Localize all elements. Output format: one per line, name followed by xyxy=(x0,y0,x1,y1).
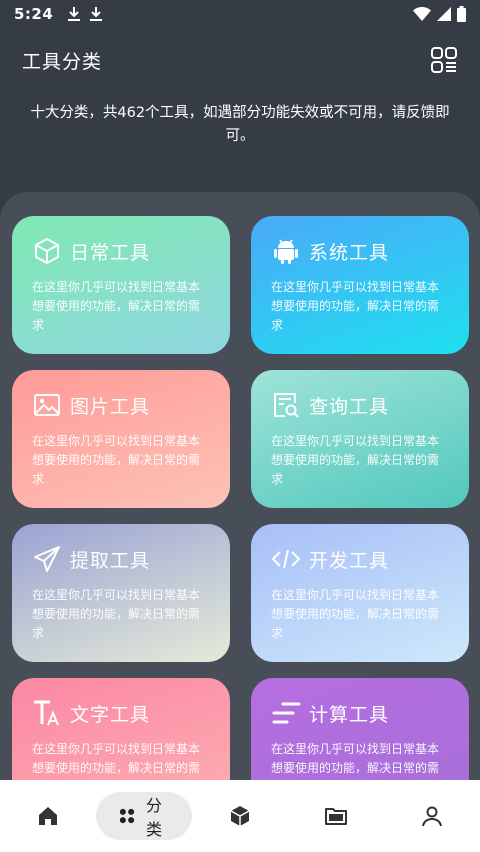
card-title: 提取工具 xyxy=(70,549,151,572)
send-icon xyxy=(34,546,60,572)
card-description: 在这里你几乎可以找到日常基本想要使用的功能，解决日常的需求 xyxy=(32,742,201,775)
category-card-text[interactable]: 文字工具 在这里你几乎可以找到日常基本想要使用的功能，解决日常的需求 xyxy=(12,678,230,780)
card-title: 图片工具 xyxy=(70,395,151,418)
card-description: 在这里你几乎可以找到日常基本想要使用的功能，解决日常的需求 xyxy=(32,588,201,640)
nav-profile[interactable] xyxy=(384,780,480,852)
card-description: 在这里你几乎可以找到日常基本想要使用的功能，解决日常的需求 xyxy=(271,434,440,486)
card-title: 系统工具 xyxy=(309,241,390,264)
image-icon xyxy=(34,394,60,416)
bottom-nav: 分类 xyxy=(0,780,480,852)
wifi-icon xyxy=(413,7,431,21)
category-card-query[interactable]: 查询工具 在这里你几乎可以找到日常基本想要使用的功能，解决日常的需求 xyxy=(251,370,469,508)
card-title: 计算工具 xyxy=(309,703,390,726)
download-icon xyxy=(68,7,81,21)
category-card-extract[interactable]: 提取工具 在这里你几乎可以找到日常基本想要使用的功能，解决日常的需求 xyxy=(12,524,230,662)
cube-icon xyxy=(35,238,59,264)
nav-box[interactable] xyxy=(192,780,288,852)
user-icon xyxy=(422,806,442,827)
lines-icon xyxy=(272,702,301,724)
category-icon xyxy=(119,808,135,824)
notice-text: 十大分类，共462个工具，如遇部分功能失效或不可用，请反馈即可。 xyxy=(30,105,450,144)
app-bar: 工具分类 xyxy=(0,36,480,84)
category-panel: 日常工具 在这里你几乎可以找到日常基本想要使用的功能，解决日常的需求 系统工具 … xyxy=(0,192,480,780)
android-icon xyxy=(274,239,298,264)
card-description: 在这里你几乎可以找到日常基本想要使用的功能，解决日常的需求 xyxy=(32,434,201,486)
status-time: 5:24 xyxy=(14,5,54,23)
card-title: 查询工具 xyxy=(309,395,390,418)
nav-category-pill[interactable]: 分类 xyxy=(96,792,192,840)
grid-menu-icon[interactable] xyxy=(430,46,458,74)
card-description: 在这里你几乎可以找到日常基本想要使用的功能，解决日常的需求 xyxy=(32,280,201,332)
card-title: 日常工具 xyxy=(70,241,151,264)
card-description: 在这里你几乎可以找到日常基本想要使用的功能，解决日常的需求 xyxy=(271,588,440,640)
card-title: 文字工具 xyxy=(70,703,151,726)
nav-category-label: 分类 xyxy=(146,796,163,839)
category-card-system[interactable]: 系统工具 在这里你几乎可以找到日常基本想要使用的功能，解决日常的需求 xyxy=(251,216,469,354)
box-icon xyxy=(230,806,250,826)
page-title: 工具分类 xyxy=(22,50,103,73)
text-icon xyxy=(34,700,59,726)
card-title: 开发工具 xyxy=(309,549,390,572)
signal-icon xyxy=(437,7,451,21)
status-bar: 5:24 xyxy=(0,0,480,28)
category-card-image[interactable]: 图片工具 在这里你几乎可以找到日常基本想要使用的功能，解决日常的需求 xyxy=(12,370,230,508)
code-icon xyxy=(271,549,301,569)
folder-icon xyxy=(325,808,347,825)
card-description: 在这里你几乎可以找到日常基本想要使用的功能，解决日常的需求 xyxy=(271,280,440,332)
category-card-calculate[interactable]: 计算工具 在这里你几乎可以找到日常基本想要使用的功能，解决日常的需求 xyxy=(251,678,469,780)
category-card-daily[interactable]: 日常工具 在这里你几乎可以找到日常基本想要使用的功能，解决日常的需求 xyxy=(12,216,230,354)
search-doc-icon xyxy=(274,393,299,418)
home-icon xyxy=(39,807,57,825)
nav-category[interactable]: 分类 xyxy=(96,780,192,852)
download-icon xyxy=(90,7,103,21)
category-card-develop[interactable]: 开发工具 在这里你几乎可以找到日常基本想要使用的功能，解决日常的需求 xyxy=(251,524,469,662)
nav-home[interactable] xyxy=(0,780,96,852)
nav-folder[interactable] xyxy=(288,780,384,852)
battery-icon xyxy=(457,6,466,22)
card-description: 在这里你几乎可以找到日常基本想要使用的功能，解决日常的需求 xyxy=(271,742,440,775)
